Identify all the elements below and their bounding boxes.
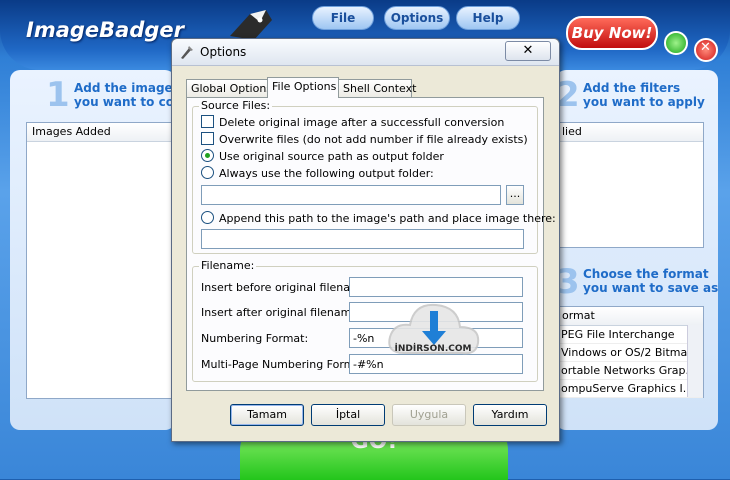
format-list-scrollbar[interactable] [687,325,703,397]
tab-shell-context[interactable]: Shell Context [338,79,416,97]
close-icon: ✕ [522,43,534,58]
delete-original-checkbox[interactable]: Delete original image after a successful… [201,115,504,130]
filename-group: Filename: Insert before original filenam… [192,259,538,382]
append-path-input[interactable] [201,229,524,249]
filters-applied-header[interactable]: lied [557,123,703,142]
menu-options[interactable]: Options [384,6,450,30]
menu-file[interactable]: File [312,6,374,30]
radio-unselected[interactable] [201,166,214,179]
dialog-title-bar: Options ✕ [172,39,559,66]
step-3-line1: Choose the format [583,267,709,281]
images-added-list[interactable]: Images Added [26,122,176,399]
insert-after-label: Insert after original filename: [201,306,362,319]
watermark-text: İNDİRSON.COM [395,343,472,354]
step-3-text: Choose the format you want to save as [583,267,718,295]
step-3-line2: you want to save as [583,281,719,295]
radio-unselected[interactable] [201,211,214,224]
overwrite-label: Overwrite files (do not add number if fi… [219,133,528,146]
use-original-path-label: Use original source path as output folde… [219,150,444,163]
format-list-item[interactable]: Vindows or OS/2 Bitmap [557,344,703,362]
overwrite-checkbox[interactable]: Overwrite files (do not add number if fi… [201,132,528,147]
apply-button[interactable]: Uygula [392,404,466,426]
step-2-line2: you want to apply [583,95,705,109]
format-list-item[interactable]: ortable Networks Grap... [557,362,703,380]
indirson-watermark-logo: İNDİRSON.COM [388,303,480,355]
ok-button[interactable]: Tamam [230,404,304,426]
always-use-folder-radio[interactable]: Always use the following output folder: [201,166,434,181]
app-title: ImageBadger [26,18,184,42]
dialog-close-button[interactable]: ✕ [505,41,551,61]
step-2-text: Add the filters you want to apply [583,81,705,109]
output-folder-input[interactable] [201,185,501,205]
help-button[interactable]: Yardım [473,404,547,426]
filters-applied-list[interactable]: lied [556,122,704,248]
insert-before-label: Insert before original filename: [201,281,372,294]
use-original-path-radio[interactable]: Use original source path as output folde… [201,149,444,164]
menu-help[interactable]: Help [456,6,520,30]
format-list-header[interactable]: ormat [557,307,703,326]
always-use-folder-label: Always use the following output folder: [219,167,434,180]
browse-folder-button[interactable]: ... [506,185,524,205]
append-path-radio[interactable]: Append this path to the image's path and… [201,211,556,226]
checkbox-box[interactable] [201,115,214,128]
minimize-button[interactable] [664,31,688,55]
format-list[interactable]: ormat PEG File Interchange Vindows or OS… [556,306,704,398]
cancel-button[interactable]: İptal [311,404,385,426]
multipage-format-label: Multi-Page Numbering Format: [201,358,370,371]
format-list-item[interactable]: PEG File Interchange [557,326,703,344]
radio-selected[interactable] [201,149,214,162]
format-list-item[interactable]: ompuServe Graphics I... [557,380,703,398]
filename-label: Filename: [199,259,257,272]
tab-global-options[interactable]: Global Options [186,79,272,97]
close-icon: ✕ [700,40,711,55]
file-options-page: Source Files: Delete original image afte… [186,97,556,391]
step-2-line1: Add the filters [583,81,681,95]
options-tools-icon [181,46,193,59]
delete-original-label: Delete original image after a successful… [219,116,505,129]
images-added-header[interactable]: Images Added [27,123,175,142]
numbering-format-label: Numbering Format: [201,332,309,345]
checkbox-box[interactable] [201,132,214,145]
append-path-label: Append this path to the image's path and… [219,212,556,225]
source-files-label: Source Files: [199,99,273,112]
step-1-number: 1 [46,75,70,115]
close-button[interactable]: ✕ [694,38,718,62]
options-dialog: Options ✕ Global Options File Options Sh… [171,38,560,442]
tab-file-options[interactable]: File Options [267,77,339,98]
buy-now-button[interactable]: Buy Now! [566,16,658,50]
dialog-title: Options [200,45,247,59]
source-files-group: Source Files: Delete original image afte… [192,99,556,254]
